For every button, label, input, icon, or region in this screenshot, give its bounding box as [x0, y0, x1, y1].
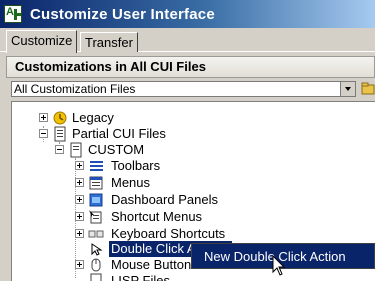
tree-label: CUSTOM	[88, 142, 145, 157]
tree-item-partial-cui-files[interactable]: Partial CUI Files	[12, 126, 212, 142]
section-header: Customizations in All CUI Files	[6, 56, 375, 78]
collapse-icon[interactable]	[39, 129, 48, 138]
tree-item-legacy[interactable]: Legacy	[12, 110, 212, 126]
section-title: Customizations in All CUI Files	[15, 59, 206, 74]
tab-transfer[interactable]: Transfer	[80, 32, 138, 52]
keyboard-icon	[88, 230, 104, 238]
dashboard-icon	[89, 193, 103, 207]
mouse-icon	[91, 258, 101, 272]
tree-item-menus[interactable]: Menus	[12, 175, 262, 191]
cursor-icon	[272, 255, 286, 276]
tree-label: Keyboard Shortcuts	[111, 226, 226, 241]
tree-label: Legacy	[72, 110, 114, 125]
window-title: Customize User Interface	[30, 6, 215, 23]
expand-icon[interactable]	[75, 195, 84, 204]
legacy-icon	[53, 111, 67, 125]
custom-cui-icon	[70, 142, 82, 158]
tree-label: Dashboard Panels	[111, 192, 218, 207]
title-bar: A Customize User Interface	[0, 0, 375, 28]
expand-icon[interactable]	[75, 229, 84, 238]
app-icon: A	[4, 5, 22, 23]
tree-label: Menus	[111, 175, 151, 190]
tree-item-custom[interactable]: CUSTOM	[12, 142, 212, 158]
tree-label: Partial CUI Files	[72, 126, 166, 141]
expand-icon[interactable]	[75, 161, 84, 170]
tab-strip: Customize Transfer	[0, 28, 375, 53]
open-file-icon[interactable]	[361, 79, 375, 97]
dropdown-value: All Customization Files	[14, 82, 136, 96]
tree-item-keyboard-shortcuts[interactable]: Keyboard Shortcuts	[12, 226, 262, 242]
double-click-icon	[91, 243, 103, 256]
tree-item-toolbars[interactable]: Toolbars	[12, 158, 262, 174]
tree-label: Toolbars	[111, 158, 161, 173]
menus-icon	[89, 176, 103, 190]
expand-icon[interactable]	[75, 178, 84, 187]
cui-file-filter-dropdown[interactable]: All Customization Files	[11, 81, 356, 97]
tree-label: Mouse Buttons	[111, 257, 198, 272]
tree-label: Shortcut Menus	[111, 209, 203, 224]
shortcut-menus-icon	[89, 210, 102, 224]
toolbars-icon	[90, 161, 103, 171]
partial-cui-icon	[54, 126, 66, 142]
expand-icon[interactable]	[75, 260, 84, 269]
chevron-down-icon[interactable]	[340, 82, 355, 96]
tree-item-shortcut-menus[interactable]: Shortcut Menus	[12, 209, 262, 225]
tree-item-dashboard-panels[interactable]: Dashboard Panels	[12, 192, 262, 208]
tab-customize[interactable]: Customize	[6, 30, 78, 53]
collapse-icon[interactable]	[55, 145, 64, 154]
expand-icon[interactable]	[39, 113, 48, 122]
expand-icon[interactable]	[75, 212, 84, 221]
